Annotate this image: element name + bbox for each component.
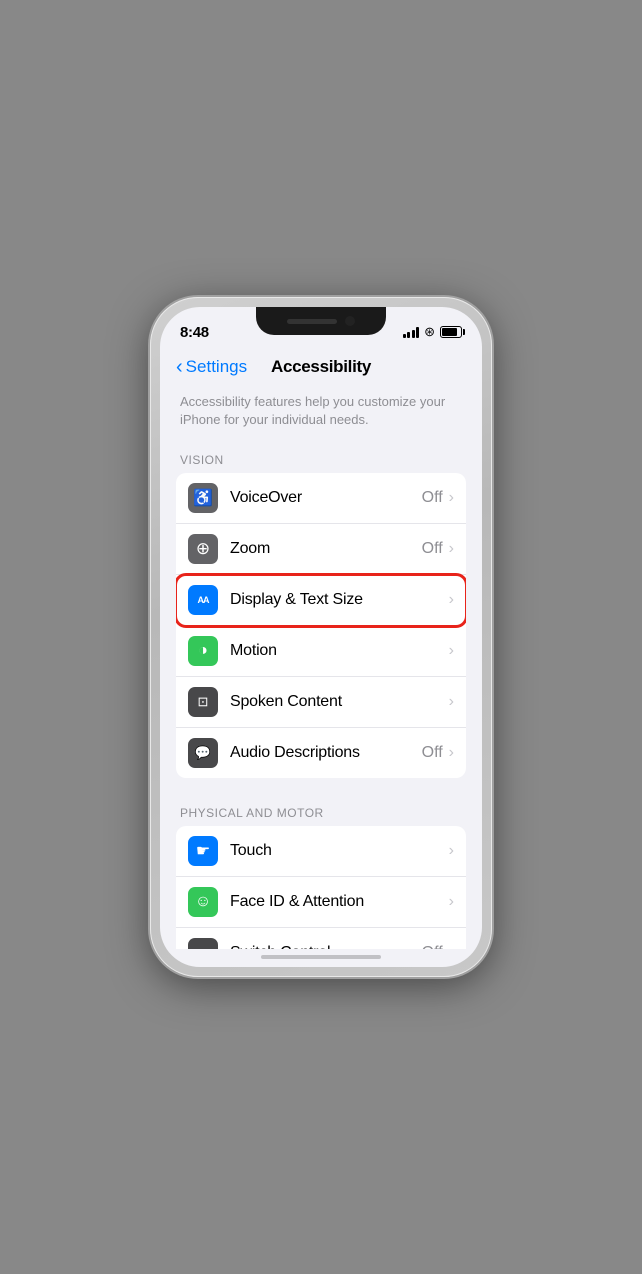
zoom-label: Zoom	[230, 540, 422, 558]
switch-icon-symbol: ⊞	[197, 945, 209, 949]
zoom-icon-symbol: ⊕	[196, 539, 210, 559]
voiceover-icon-symbol: ♿	[193, 488, 213, 508]
back-button[interactable]: ‹ Settings	[176, 357, 247, 377]
chevron-icon: ›	[449, 842, 454, 860]
notch	[256, 307, 386, 335]
back-chevron-icon: ‹	[176, 357, 183, 377]
chevron-icon: ›	[449, 540, 454, 558]
list-item[interactable]: ◑ Motion ›	[176, 626, 466, 677]
battery-fill	[442, 328, 457, 336]
touch-label: Touch	[230, 842, 449, 860]
battery-icon	[440, 326, 462, 338]
phone-screen: 8:48 ⊛ ‹ Settings Accessibility	[160, 307, 482, 967]
display-text-icon-symbol: AA	[198, 595, 209, 605]
chevron-icon: ›	[449, 591, 454, 609]
faceid-icon: ☺	[188, 887, 218, 917]
switch-control-label: Switch Control	[230, 944, 422, 949]
signal-icon	[403, 326, 420, 338]
chevron-icon: ›	[449, 693, 454, 711]
section-header-vision: VISION	[160, 445, 482, 473]
page-title: Accessibility	[271, 357, 371, 377]
face-id-row[interactable]: ☺ Face ID & Attention ›	[176, 877, 466, 928]
zoom-value: Off	[422, 540, 443, 558]
voiceover-value: Off	[422, 489, 443, 507]
section-header-physical: PHYSICAL AND MOTOR	[160, 798, 482, 826]
list-item[interactable]: ⊡ Spoken Content ›	[176, 677, 466, 728]
faceid-label: Face ID & Attention	[230, 893, 449, 911]
list-item[interactable]: ⊞ Switch Control Off ›	[176, 928, 466, 949]
motion-icon-symbol: ◑	[198, 642, 208, 660]
display-text-size-row[interactable]: AA Display & Text Size ›	[176, 575, 466, 626]
touch-row[interactable]: ☛ Touch ›	[176, 826, 466, 877]
zoom-icon: ⊕	[188, 534, 218, 564]
switch-control-icon: ⊞	[188, 938, 218, 949]
content-area: Accessibility features help you customiz…	[160, 385, 482, 949]
chevron-icon: ›	[449, 944, 454, 949]
nav-bar: ‹ Settings Accessibility	[160, 351, 482, 385]
chevron-icon: ›	[449, 642, 454, 660]
spoken-content-icon: ⊡	[188, 687, 218, 717]
list-item[interactable]: ⊕ Zoom Off ›	[176, 524, 466, 575]
list-item[interactable]: ♿ VoiceOver Off ›	[176, 473, 466, 524]
description-text: Accessibility features help you customiz…	[160, 385, 482, 445]
touch-icon-symbol: ☛	[196, 841, 210, 861]
status-time: 8:48	[180, 324, 209, 341]
camera	[345, 316, 355, 326]
faceid-icon-symbol: ☺	[195, 893, 211, 911]
audio-desc-label: Audio Descriptions	[230, 744, 422, 762]
home-indicator	[261, 955, 381, 959]
motion-icon: ◑	[188, 636, 218, 666]
physical-motor-group: ☛ Touch › ☺ Face ID & Attention › ⊞	[176, 826, 466, 949]
voiceover-label: VoiceOver	[230, 489, 422, 507]
voiceover-icon: ♿	[188, 483, 218, 513]
phone-frame: 8:48 ⊛ ‹ Settings Accessibility	[150, 297, 492, 977]
spoken-content-label: Spoken Content	[230, 693, 449, 711]
touch-icon: ☛	[188, 836, 218, 866]
back-label: Settings	[186, 357, 247, 377]
speaker	[287, 319, 337, 324]
audio-icon-symbol: 💬	[195, 745, 211, 761]
chevron-icon: ›	[449, 744, 454, 762]
chevron-icon: ›	[449, 893, 454, 911]
audio-desc-icon: 💬	[188, 738, 218, 768]
display-text-label: Display & Text Size	[230, 591, 449, 609]
switch-control-value: Off	[422, 944, 443, 949]
motion-label: Motion	[230, 642, 449, 660]
status-icons: ⊛	[403, 324, 462, 340]
list-item[interactable]: 💬 Audio Descriptions Off ›	[176, 728, 466, 778]
audio-desc-value: Off	[422, 744, 443, 762]
display-text-icon: AA	[188, 585, 218, 615]
vision-group: ♿ VoiceOver Off › ⊕ Zoom Off ›	[176, 473, 466, 778]
chevron-icon: ›	[449, 489, 454, 507]
wifi-icon: ⊛	[424, 324, 435, 340]
spoken-icon-symbol: ⊡	[198, 694, 209, 710]
